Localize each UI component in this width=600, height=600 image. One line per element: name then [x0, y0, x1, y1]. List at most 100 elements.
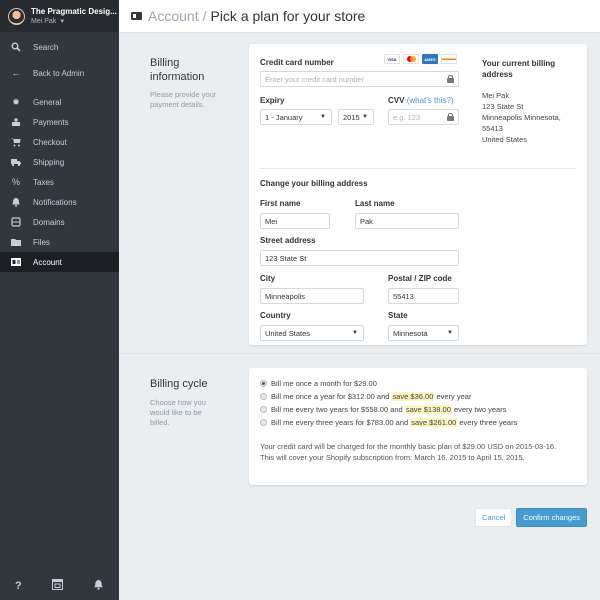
store-name: The Pragmatic Desig... — [31, 7, 117, 16]
zip-input[interactable]: 55413 — [388, 288, 459, 304]
radio-button[interactable] — [260, 393, 267, 400]
state-value: Minnesota — [393, 328, 428, 338]
charge-note-line: Your credit card will be charged for the… — [260, 442, 557, 451]
street-address-input[interactable]: 123 State St — [260, 250, 459, 266]
change-address-title: Change your billing address — [260, 179, 368, 188]
savings-highlight: save $36.00 — [391, 392, 435, 401]
account-card-icon — [131, 12, 142, 20]
sidebar-item-payments[interactable]: Payments — [0, 112, 119, 132]
sidebar-item-shipping[interactable]: Shipping — [0, 152, 119, 172]
zip-label: Postal / ZIP code — [388, 274, 452, 283]
cancel-button[interactable]: Cancel — [474, 508, 513, 527]
search-icon — [11, 42, 21, 52]
expiry-month-select[interactable]: 1 - January ▼ — [260, 109, 332, 125]
expiry-label: Expiry — [260, 96, 285, 105]
cvv-input[interactable]: e.g. 123 — [388, 109, 459, 125]
lock-icon — [447, 113, 454, 121]
expiry-year-select[interactable]: 2015 ▼ — [338, 109, 374, 125]
sidebar-item-files[interactable]: Files — [0, 232, 119, 252]
card-number-label: Credit card number — [260, 58, 334, 67]
city-label: City — [260, 274, 276, 283]
charge-note-line: This will cover your Shopify subscriptio… — [260, 453, 525, 462]
billing-card: Credit card number VISA AMEX Enter your … — [249, 44, 587, 345]
billing-option-monthly[interactable]: Bill me once a month for $29.00 — [260, 379, 377, 388]
cvv-help-link[interactable]: (what's this?) — [407, 96, 454, 105]
visa-icon: VISA — [384, 54, 400, 64]
section-description: Please provide your payment details. — [150, 90, 217, 109]
sidebar-item-label: Notifications — [33, 197, 77, 207]
sidebar-item-label: Checkout — [33, 137, 67, 147]
account-card-icon — [11, 257, 21, 267]
sidebar-item-account[interactable]: Account — [0, 252, 119, 272]
current-address-title: Your current billing address — [482, 59, 556, 79]
store-switcher[interactable]: The Pragmatic Desig... Mei Pak ▼ — [0, 0, 119, 32]
bell-icon — [11, 197, 21, 207]
sidebar-item-domains[interactable]: Domains — [0, 212, 119, 232]
avatar — [8, 7, 25, 25]
option-label: Bill me every three years for $783.00 an… — [271, 418, 411, 427]
divider — [260, 168, 576, 169]
card-brands: VISA AMEX — [384, 54, 457, 64]
sidebar-item-label: Domains — [33, 217, 65, 227]
sidebar-item-label: Payments — [33, 117, 69, 127]
option-suffix: every three years — [457, 418, 518, 427]
user-name-row[interactable]: Mei Pak ▼ — [31, 18, 117, 25]
caret-down-icon: ▼ — [59, 19, 66, 25]
address-line: Mei Pak — [482, 91, 510, 100]
sidebar-item-search[interactable]: Search — [0, 34, 119, 60]
city-input[interactable]: Minneapolis — [260, 288, 364, 304]
billing-information-section: Billing information Please provide your … — [119, 33, 600, 354]
cvv-label-text: CVV — [388, 96, 405, 105]
option-label: Bill me once a year for $312.00 and — [271, 392, 392, 401]
street-address-label: Street address — [260, 236, 316, 245]
confirm-changes-button[interactable]: Confirm changes — [516, 508, 587, 527]
billing-option-yearly[interactable]: Bill me once a year for $312.00 and save… — [260, 392, 471, 401]
address-line: 55413 — [482, 124, 503, 133]
state-select[interactable]: Minnesota ▼ — [388, 325, 459, 341]
sidebar-item-general[interactable]: ✹ General — [0, 92, 119, 112]
address-line: Minneapolis Minnesota, — [482, 113, 561, 122]
last-name-input[interactable]: Pak — [355, 213, 459, 229]
billing-option-three-years[interactable]: Bill me every three years for $783.00 an… — [260, 418, 517, 427]
country-label: Country — [260, 311, 291, 320]
sidebar-item-label: General — [33, 97, 62, 107]
cart-icon — [11, 137, 21, 147]
calendar-icon[interactable] — [51, 579, 63, 593]
section-title: Billing information — [150, 57, 205, 83]
page-title: Pick a plan for your store — [210, 8, 366, 24]
bell-icon[interactable] — [93, 579, 104, 593]
first-name-label: First name — [260, 199, 301, 208]
sidebar-item-back-to-admin[interactable]: ← Back to Admin — [0, 60, 119, 86]
radio-button[interactable] — [260, 406, 267, 413]
section-title: Billing cycle — [150, 378, 208, 390]
sidebar-item-checkout[interactable]: Checkout — [0, 132, 119, 152]
mastercard-icon — [403, 54, 419, 64]
caret-down-icon: ▼ — [352, 330, 358, 336]
billing-option-two-years[interactable]: Bill me every two years for $558.00 and … — [260, 405, 506, 414]
sidebar-item-notifications[interactable]: Notifications — [0, 192, 119, 212]
sidebar-item-taxes[interactable]: % Taxes — [0, 172, 119, 192]
current-address: Mei Pak 123 State St Minneapolis Minneso… — [482, 90, 582, 145]
radio-button[interactable] — [260, 419, 267, 426]
cvv-label: CVV (what's this?) — [388, 96, 454, 105]
sidebar-item-label: Account — [33, 257, 62, 267]
lock-icon — [447, 75, 454, 83]
address-line: United States — [482, 135, 528, 144]
breadcrumb-separator: / — [202, 8, 207, 24]
section-description: Choose how you would like to be billed. — [150, 398, 206, 427]
country-select[interactable]: United States ▼ — [260, 325, 364, 341]
breadcrumb-account[interactable]: Account — [148, 8, 199, 24]
help-icon[interactable]: ? — [15, 580, 22, 592]
caret-down-icon: ▼ — [320, 114, 326, 120]
radio-button[interactable] — [260, 380, 267, 387]
card-number-input[interactable]: Enter your credit card number — [260, 71, 459, 87]
arrow-left-icon: ← — [11, 68, 21, 78]
page-header: Account / Pick a plan for your store — [119, 0, 600, 33]
country-value: United States — [265, 328, 311, 338]
caret-down-icon: ▼ — [447, 330, 453, 336]
user-name: Mei Pak — [31, 18, 57, 25]
amex-icon: AMEX — [422, 54, 438, 64]
option-label: Bill me once a month for $29.00 — [271, 379, 377, 388]
first-name-input[interactable]: Mei — [260, 213, 330, 229]
option-suffix: every two years — [451, 405, 507, 414]
